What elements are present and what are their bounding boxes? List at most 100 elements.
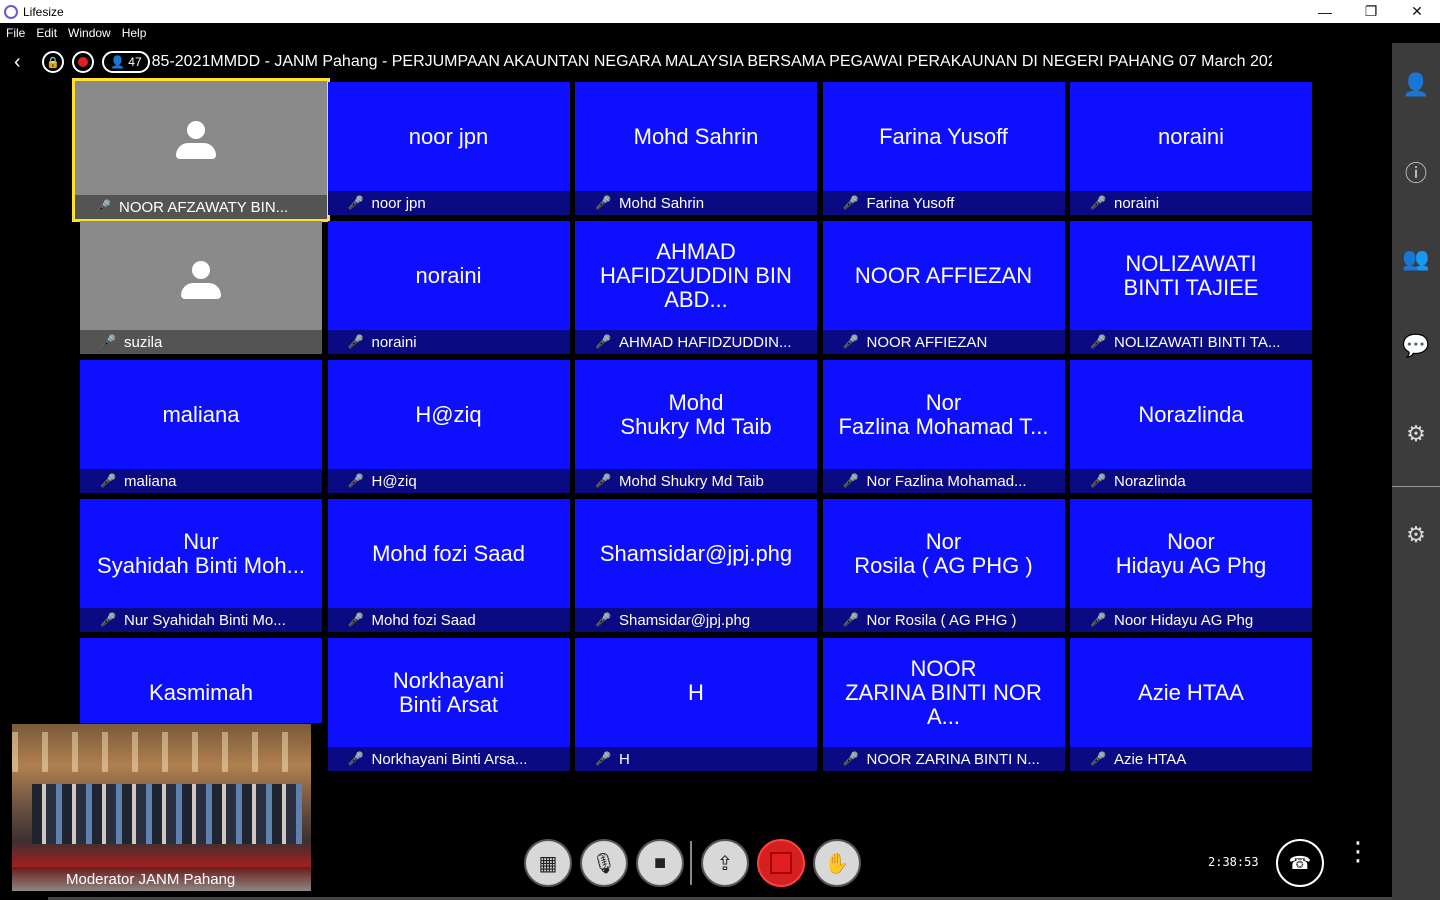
participant-count[interactable]: 👤 47 (102, 51, 150, 73)
participant-tile[interactable]: H@ziq 🎤 H@ziq (327, 360, 570, 493)
menu-bar: File Edit Window Help (0, 23, 1440, 43)
participant-tile[interactable]: Shamsidar@jpj.phg 🎤 Shamsidar@jpj.phg (575, 499, 817, 632)
participant-label-text: Mohd Shukry Md Taib (619, 472, 764, 490)
participant-name-display: Nor Fazlina Mohamad T... (838, 390, 1049, 439)
menu-file[interactable]: File (6, 26, 25, 40)
participant-name-display: noraini (415, 263, 482, 288)
muted-microphone-icon: 🎤 (595, 473, 612, 488)
right-sidebar: 👤 ⓘ 👥 💬 ⚙ ⚙ (1392, 43, 1440, 900)
microphone-button[interactable]: 🎙 (580, 839, 628, 887)
participant-label: 🎤 Nor Rosila ( AG PHG ) (822, 608, 1065, 632)
camera-control-icon[interactable]: ⚙ (1392, 414, 1440, 454)
more-options-icon[interactable]: ⋮ (1345, 838, 1371, 864)
controls-divider (690, 841, 692, 885)
participant-label-text: Norkhayani Binti Arsa... (371, 750, 528, 768)
participant-label: 🎤 NOOR AFZAWATY BIN... (75, 195, 327, 219)
participant-label-text: Shamsidar@jpj.phg (619, 611, 751, 629)
participant-label: 🎤 NOOR ZARINA BINTI N... (822, 747, 1065, 771)
participant-label: 🎤 noraini (1070, 191, 1312, 215)
participant-label-text: NOOR AFFIEZAN (866, 333, 988, 351)
participant-label: 🎤 H (575, 747, 817, 771)
participant-tile[interactable]: H 🎤 H (575, 638, 817, 771)
participant-label: 🎤 Mohd Shukry Md Taib (575, 469, 817, 493)
participant-label: 🎤 Norazlinda (1070, 469, 1312, 493)
settings-icon[interactable]: ⚙ (1392, 515, 1440, 555)
stop-recording-button[interactable] (757, 839, 805, 887)
muted-microphone-icon: 🎤 (842, 473, 859, 488)
participant-label: 🎤 Farina Yusoff (822, 191, 1065, 215)
info-icon[interactable]: ⓘ (1392, 152, 1440, 192)
participant-label: 🎤 maliana (80, 469, 322, 493)
grid-layout-button[interactable]: ▦ (524, 839, 572, 887)
participant-tile[interactable]: Mohd fozi Saad 🎤 Mohd fozi Saad (327, 499, 570, 632)
back-arrow-icon[interactable]: ‹ (14, 51, 34, 74)
share-button[interactable]: ⇪ (701, 839, 749, 887)
menu-window[interactable]: Window (68, 26, 111, 40)
app-title: Lifesize (23, 4, 64, 19)
minimize-button[interactable]: — (1302, 0, 1348, 23)
hang-up-button[interactable]: ☎ (1276, 839, 1324, 887)
participant-label-text: noraini (371, 333, 417, 351)
participant-label-text: maliana (124, 472, 177, 490)
participant-tile[interactable]: NOOR ZARINA BINTI NOR A... 🎤 NOOR ZARINA B… (822, 638, 1065, 771)
participant-label: 🎤 H@ziq (327, 469, 570, 493)
participants-icon[interactable]: 👥 (1392, 239, 1440, 279)
microphone-icon: 🎙 (591, 852, 617, 875)
participant-name-display: H@ziq (415, 402, 482, 427)
participant-tile[interactable]: Nur Syahidah Binti Moh... 🎤 Nur Syahidah B… (80, 499, 322, 632)
participant-tile[interactable]: Farina Yusoff 🎤 Farina Yusoff (822, 82, 1065, 215)
muted-microphone-icon: 🎤 (100, 612, 117, 627)
participant-label-text: Nor Rosila ( AG PHG ) (866, 611, 1017, 629)
participant-label: 🎤 Azie HTAA (1070, 747, 1312, 771)
participant-tile[interactable]: Azie HTAA 🎤 Azie HTAA (1070, 638, 1312, 771)
participant-name-display: noor jpn (408, 124, 489, 149)
raise-hand-button[interactable]: ✋ (813, 839, 861, 887)
avatar-placeholder-icon (181, 261, 221, 305)
participant-tile[interactable]: Norazlinda 🎤 Norazlinda (1070, 360, 1312, 493)
muted-microphone-icon: 🎤 (1090, 473, 1107, 488)
participant-tile[interactable]: Nor Fazlina Mohamad T... 🎤 Nor Fazlina Moh… (822, 360, 1065, 493)
participant-tile[interactable]: 🎤 suzila (80, 221, 322, 354)
participant-tile[interactable]: noraini 🎤 noraini (1070, 82, 1312, 215)
call-controls: ▦ 🎙 ■ ⇪ ✋ 2:38:53 ☎ ⋮ (0, 838, 1392, 889)
participant-tile[interactable]: Mohd Shukry Md Taib 🎤 Mohd Shukry Md Taib (575, 360, 817, 493)
participant-label: 🎤 Mohd Sahrin (575, 191, 817, 215)
lock-icon[interactable]: 🔒 (42, 51, 64, 73)
participant-tile[interactable]: Nor Rosila ( AG PHG ) 🎤 Nor Rosila ( AG PH… (822, 499, 1065, 632)
camera-button[interactable]: ■ (636, 839, 684, 887)
participant-label: 🎤 Norkhayani Binti Arsa... (327, 747, 570, 771)
muted-microphone-icon: 🎤 (595, 195, 612, 210)
muted-microphone-icon: 🎤 (1090, 334, 1107, 349)
participant-tile[interactable]: 🎤 NOOR AFZAWATY BIN... (72, 78, 330, 222)
participant-label-text: H@ziq (371, 472, 417, 490)
add-participant-icon[interactable]: 👤 (1392, 65, 1440, 105)
participant-name-display: Noor Hidayu AG Phg (1115, 529, 1267, 578)
menu-edit[interactable]: Edit (36, 26, 57, 40)
close-button[interactable]: ✕ (1394, 0, 1440, 23)
participant-label-text: NOOR AFZAWATY BIN... (119, 198, 289, 216)
participant-tile[interactable]: maliana 🎤 maliana (80, 360, 322, 493)
participant-label-text: Farina Yusoff (866, 194, 955, 212)
participant-tile[interactable]: Norkhayani Binti Arsat 🎤 Norkhayani Binti … (327, 638, 570, 771)
participant-tile[interactable]: Mohd Sahrin 🎤 Mohd Sahrin (575, 82, 817, 215)
participant-tile[interactable]: noor jpn 🎤 noor jpn (327, 82, 570, 215)
chat-icon[interactable]: 💬 (1392, 326, 1440, 366)
participant-tile[interactable]: NOLIZAWATI BINTI TAJIEE 🎤 NOLIZAWATI BINTI… (1070, 221, 1312, 354)
participant-label: 🎤 Nor Fazlina Mohamad... (822, 469, 1065, 493)
participant-tile[interactable]: Kasmimah (80, 638, 322, 723)
participant-tile[interactable]: NOOR AFFIEZAN 🎤 NOOR AFFIEZAN (822, 221, 1065, 354)
muted-microphone-icon: 🎤 (347, 751, 364, 766)
person-icon: 👤 (110, 55, 129, 69)
participant-label: 🎤 NOLIZAWATI BINTI TA... (1070, 330, 1312, 354)
participant-tile[interactable]: noraini 🎤 noraini (327, 221, 570, 354)
meeting-stage: ‹ 🔒 👤 47 85-2021MMDD - JANM Pahang - PER… (0, 43, 1392, 900)
participant-tile[interactable]: AHMAD HAFIDZUDDIN BIN ABD... 🎤 AHMAD HAFID… (575, 221, 817, 354)
participant-tile[interactable]: Noor Hidayu AG Phg 🎤 Noor Hidayu AG Phg (1070, 499, 1312, 632)
menu-help[interactable]: Help (122, 26, 147, 40)
participant-label-text: NOLIZAWATI BINTI TA... (1114, 333, 1281, 351)
muted-microphone-icon: 🎤 (595, 751, 612, 766)
participant-name-display: Mohd Shukry Md Taib (620, 390, 772, 439)
participant-label-text: Noor Hidayu AG Phg (1114, 611, 1254, 629)
restore-button[interactable]: ❐ (1348, 0, 1394, 23)
participant-count-value: 47 (128, 55, 142, 69)
